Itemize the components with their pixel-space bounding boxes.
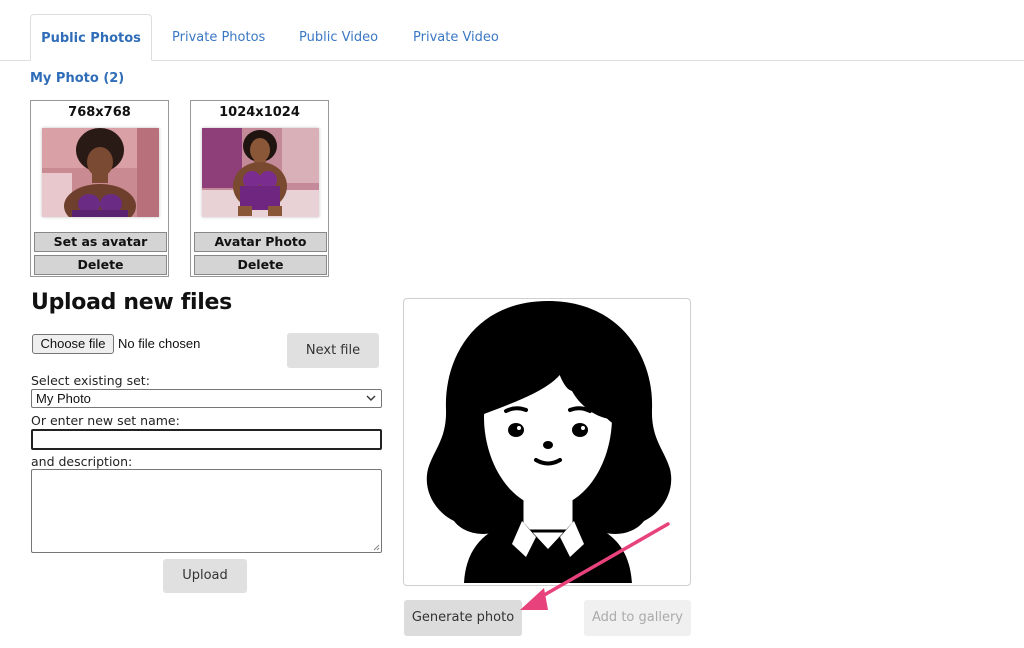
photo-set-link[interactable]: My Photo (2)	[30, 71, 124, 86]
set-as-avatar-button[interactable]: Set as avatar	[34, 232, 167, 252]
photo-card: 768x768 Set as avatar Delete	[30, 100, 169, 277]
no-file-chosen-text: No file chosen	[118, 336, 201, 351]
chevron-down-icon	[366, 390, 376, 413]
photo-card: 1024x1024 Avatar Photo Delete	[190, 100, 329, 277]
new-set-label: Or enter new set name:	[31, 413, 180, 428]
choose-file-button[interactable]: Choose file	[32, 334, 114, 354]
photo-size-label: 1024x1024	[219, 105, 300, 120]
avatar-photo-button[interactable]: Avatar Photo	[194, 232, 327, 252]
delete-button[interactable]: Delete	[34, 255, 167, 275]
photo-thumbnail[interactable]	[202, 128, 319, 217]
upload-button[interactable]: Upload	[163, 559, 247, 593]
description-textarea[interactable]	[31, 469, 382, 553]
resize-handle-icon[interactable]	[373, 544, 380, 551]
avatar-preview	[403, 298, 691, 586]
tab-public-photos[interactable]: Public Photos	[30, 14, 152, 61]
avatar-placeholder-icon	[426, 301, 672, 583]
tab-bar: Public Photos Private Photos Public Vide…	[0, 14, 1024, 61]
new-set-name-input[interactable]	[31, 429, 382, 450]
photo-size-label: 768x768	[68, 105, 131, 120]
photo-thumbnail-image	[202, 128, 319, 217]
tab-public-video[interactable]: Public Video	[279, 14, 398, 61]
photo-thumbnail[interactable]	[42, 128, 159, 217]
photo-thumbnail-image	[42, 128, 159, 217]
select-set-label: Select existing set:	[31, 373, 150, 388]
set-select-value: My Photo	[36, 391, 91, 406]
upload-title: Upload new files	[31, 290, 232, 315]
description-label: and description:	[31, 454, 133, 469]
generate-photo-button[interactable]: Generate photo	[404, 600, 522, 636]
add-to-gallery-button: Add to gallery	[584, 600, 691, 636]
tab-private-photos[interactable]: Private Photos	[152, 14, 285, 61]
tab-private-video[interactable]: Private Video	[393, 14, 519, 61]
set-select[interactable]: My Photo	[31, 389, 382, 408]
delete-button[interactable]: Delete	[194, 255, 327, 275]
next-file-button[interactable]: Next file	[287, 333, 379, 368]
